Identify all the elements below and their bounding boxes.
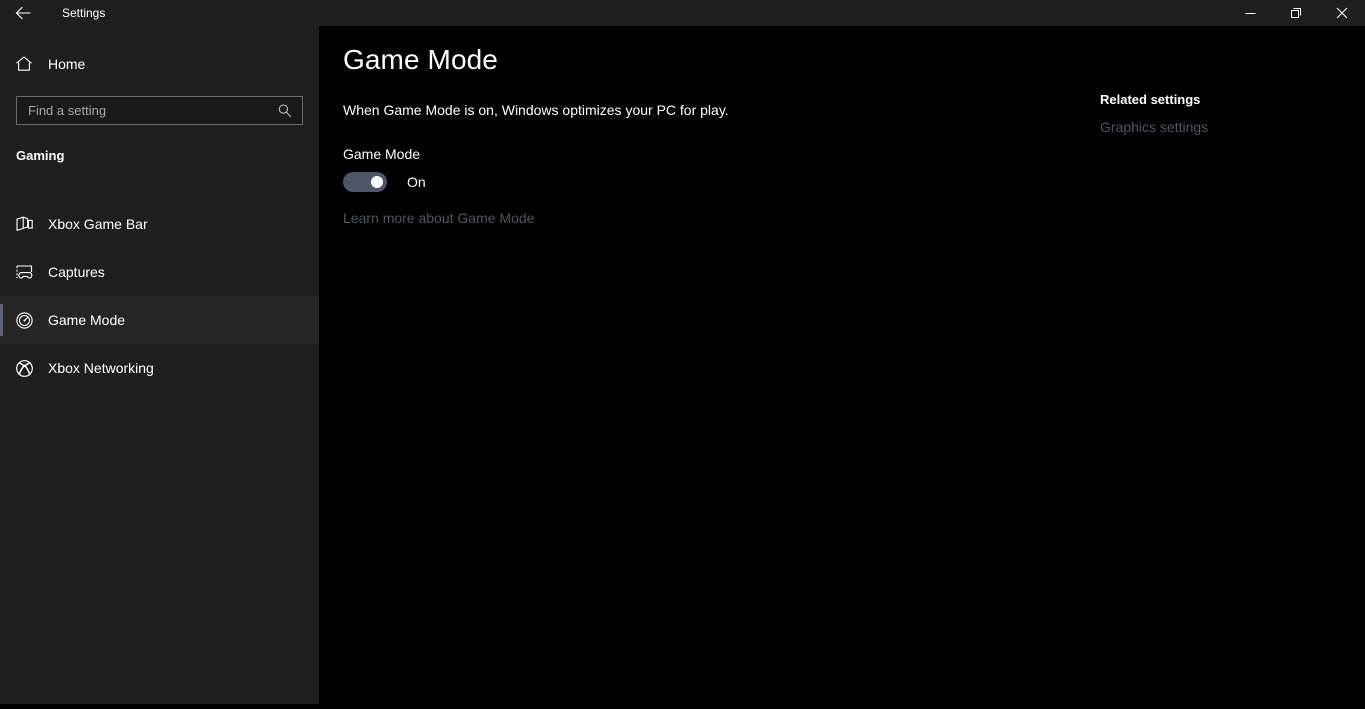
- game-mode-gauge-icon: [0, 311, 48, 330]
- toggle-knob: [371, 176, 383, 188]
- main-content: Game Mode When Game Mode is on, Windows …: [319, 26, 1365, 709]
- back-arrow-icon: [15, 6, 31, 20]
- restore-icon: [1291, 8, 1301, 18]
- selection-indicator: [0, 208, 3, 240]
- minimize-icon: [1245, 12, 1255, 14]
- sidebar: Home Gaming Xbox Game Bar: [0, 0, 319, 704]
- sidebar-item-label: Captures: [48, 264, 105, 280]
- sidebar-item-label: Game Mode: [48, 312, 126, 328]
- captures-icon: [0, 263, 48, 281]
- graphics-settings-link[interactable]: Graphics settings: [1100, 119, 1340, 135]
- close-icon: [1336, 7, 1348, 19]
- app-title: Settings: [62, 6, 106, 20]
- sidebar-item-xbox-game-bar[interactable]: Xbox Game Bar: [0, 200, 319, 248]
- sidebar-item-xbox-networking[interactable]: Xbox Networking: [0, 344, 319, 392]
- sidebar-item-captures[interactable]: Captures: [0, 248, 319, 296]
- sidebar-item-home[interactable]: Home: [0, 48, 319, 80]
- close-button[interactable]: [1319, 0, 1365, 26]
- selection-indicator: [0, 304, 3, 336]
- toggle-state-label: On: [407, 174, 426, 190]
- page-description: When Game Mode is on, Windows optimizes …: [343, 102, 729, 118]
- related-settings-panel: Related settings Graphics settings: [1100, 92, 1340, 135]
- title-bar: Settings: [0, 0, 1365, 26]
- search-input[interactable]: [17, 97, 277, 124]
- title-bar-left: Settings: [0, 0, 105, 26]
- game-mode-toggle-row: On: [343, 172, 426, 192]
- sidebar-item-game-mode[interactable]: Game Mode: [0, 296, 319, 344]
- restore-button[interactable]: [1273, 0, 1319, 26]
- sidebar-group-title: Gaming: [16, 148, 65, 163]
- selection-indicator: [0, 352, 3, 384]
- game-mode-toggle[interactable]: [343, 172, 387, 192]
- sidebar-nav-list: Xbox Game Bar Captures Game Mode Xbox Ne…: [0, 200, 319, 392]
- related-settings-title: Related settings: [1100, 92, 1201, 107]
- xbox-logo-icon: [0, 359, 48, 378]
- sidebar-home-label: Home: [48, 56, 86, 72]
- home-icon: [0, 55, 48, 73]
- page-title: Game Mode: [343, 44, 498, 75]
- game-mode-setting-label: Game Mode: [343, 146, 421, 162]
- minimize-button[interactable]: [1227, 0, 1273, 26]
- sidebar-item-label: Xbox Game Bar: [48, 216, 148, 232]
- search-icon[interactable]: [277, 103, 302, 118]
- window-controls: [1227, 0, 1365, 26]
- selection-indicator: [0, 256, 3, 288]
- learn-more-link[interactable]: Learn more about Game Mode: [343, 210, 534, 226]
- game-bar-icon: [0, 215, 48, 233]
- back-button[interactable]: [0, 0, 46, 26]
- sidebar-item-label: Xbox Networking: [48, 360, 154, 376]
- search-box[interactable]: [16, 96, 303, 125]
